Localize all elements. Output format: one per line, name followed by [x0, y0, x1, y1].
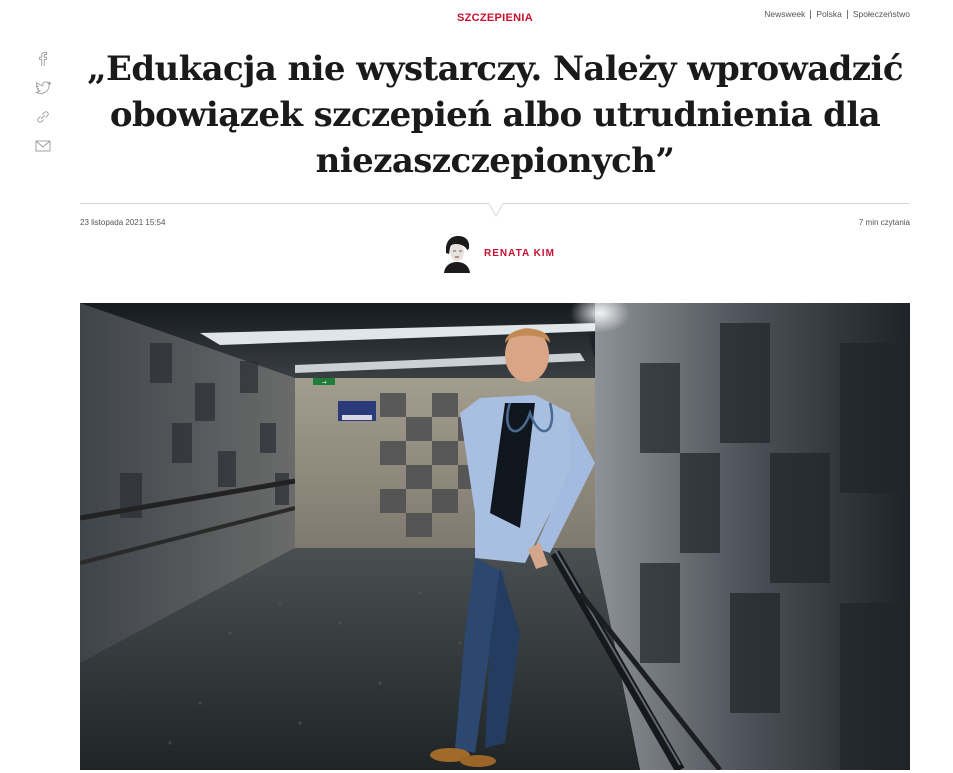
author-name-link[interactable]: RENATA KIM: [484, 248, 555, 259]
divider-notch: [489, 203, 503, 217]
breadcrumb-item-newsweek[interactable]: Newsweek: [764, 9, 805, 19]
breadcrumb-item-polska[interactable]: Polska: [816, 9, 842, 19]
share-bar: [34, 50, 52, 166]
author-block: RENATA KIM: [440, 233, 555, 273]
breadcrumb-separator: [810, 9, 812, 19]
headline-line: niezaszczepionych”: [315, 141, 675, 181]
read-time: 7 min czytania: [858, 218, 910, 227]
breadcrumb-separator: [846, 9, 848, 19]
mail-icon[interactable]: [34, 137, 52, 155]
article-headline: „Edukacja nie wystarczy. Należy wprowadz…: [80, 46, 910, 184]
author-avatar[interactable]: [440, 233, 474, 273]
breadcrumb-item-spoleczenstwo[interactable]: Społeczeństwo: [853, 9, 910, 19]
headline-line: obowiązek szczepień albo utrudnienia dla: [109, 95, 881, 135]
exit-sign-arrow: →: [321, 379, 326, 386]
facebook-icon[interactable]: [34, 50, 52, 68]
headline-line: „Edukacja nie wystarczy. Należy wprowadz…: [87, 49, 903, 89]
link-icon[interactable]: [34, 108, 52, 126]
breadcrumb: Newsweek Polska Społeczeństwo: [764, 9, 910, 19]
hero-image: →: [80, 303, 910, 770]
twitter-icon[interactable]: [34, 79, 52, 97]
publish-date: 23 listopada 2021 15:54: [80, 218, 166, 227]
